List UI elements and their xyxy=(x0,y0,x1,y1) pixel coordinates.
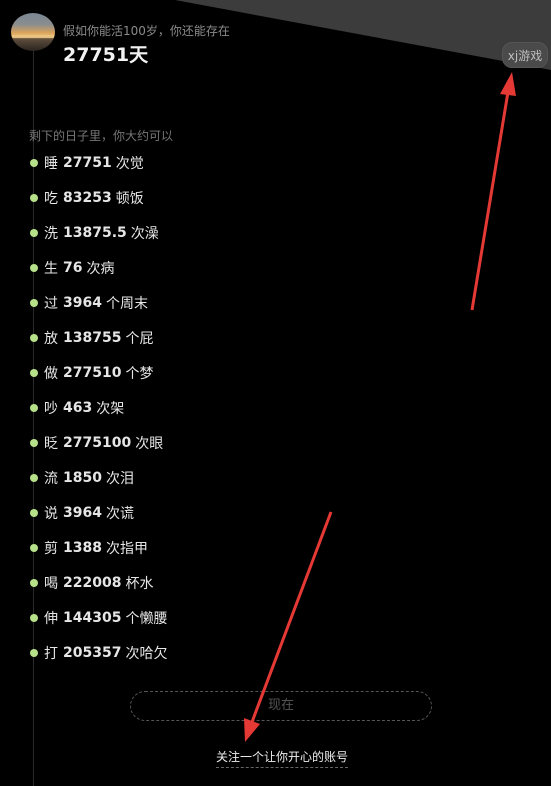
stat-number: 1850 xyxy=(63,469,102,486)
stat-number: 83253 xyxy=(63,189,112,206)
section-heading: 剩下的日子里，你大约可以 xyxy=(29,129,174,143)
stat-unit: 次泪 xyxy=(105,470,134,487)
stat-verb: 流 xyxy=(44,470,58,487)
stat-unit: 个懒腰 xyxy=(125,610,168,627)
bullet-dot-icon xyxy=(30,228,38,237)
life-subtitle: 假如你能活100岁，你还能存在 xyxy=(63,24,230,38)
bullet-dot-icon xyxy=(30,263,38,272)
bullet-dot-icon xyxy=(30,473,38,482)
stat-item: 流 1850 次泪 xyxy=(30,460,134,495)
bullet-dot-icon xyxy=(30,193,38,202)
bullet-dot-icon xyxy=(30,333,38,342)
stat-unit: 顿饭 xyxy=(115,190,144,207)
stat-item: 做 277510 个梦 xyxy=(30,355,153,390)
stat-verb: 剪 xyxy=(44,540,58,557)
stat-unit: 次澡 xyxy=(130,225,159,242)
stat-number: 205357 xyxy=(63,644,122,661)
bullet-dot-icon xyxy=(30,613,38,622)
days-remaining: 27751天 xyxy=(63,40,148,67)
bullet-dot-icon xyxy=(30,403,38,412)
stat-item: 过 3964 个周末 xyxy=(30,285,148,320)
avatar xyxy=(11,13,55,51)
now-button[interactable]: 现在 xyxy=(130,691,432,721)
stat-unit: 次病 xyxy=(86,260,115,277)
bullet-dot-icon xyxy=(30,648,38,657)
stat-unit: 次哈欠 xyxy=(125,645,168,662)
bullet-dot-icon xyxy=(30,368,38,377)
stat-unit: 次指甲 xyxy=(105,540,148,557)
arrow-up-icon xyxy=(470,72,516,311)
days-unit: 天 xyxy=(129,44,149,66)
bullet-dot-icon xyxy=(30,158,38,167)
follow-account-link[interactable]: 关注一个让你开心的账号 xyxy=(216,748,349,768)
stat-number: 76 xyxy=(63,259,83,276)
stat-verb: 生 xyxy=(44,260,58,277)
stat-item: 生 76 次病 xyxy=(30,250,114,285)
stat-number: 138755 xyxy=(63,329,122,346)
stat-verb: 打 xyxy=(44,645,58,662)
stat-number: 13875.5 xyxy=(63,224,127,241)
stat-unit: 次眼 xyxy=(135,435,164,452)
stat-number: 277510 xyxy=(63,364,122,381)
stat-verb: 放 xyxy=(44,330,58,347)
stat-item: 放 138755 个屁 xyxy=(30,320,153,355)
stat-unit: 次谎 xyxy=(105,505,134,522)
bullet-dot-icon xyxy=(30,438,38,447)
stat-number: 463 xyxy=(63,399,93,416)
stat-item: 喝 222008 杯水 xyxy=(30,565,153,600)
stat-item: 伸 144305 个懒腰 xyxy=(30,600,167,635)
bullet-dot-icon xyxy=(30,508,38,517)
stat-verb: 眨 xyxy=(44,435,58,452)
stat-item: 剪 1388 次指甲 xyxy=(30,530,148,565)
stat-verb: 睡 xyxy=(44,155,58,172)
stat-verb: 喝 xyxy=(44,575,58,592)
stat-unit: 次架 xyxy=(96,400,125,417)
stat-number: 1388 xyxy=(63,539,102,556)
stat-verb: 做 xyxy=(44,365,58,382)
stat-unit: 杯水 xyxy=(125,575,154,592)
days-value: 27751 xyxy=(63,44,130,66)
bullet-dot-icon xyxy=(30,578,38,587)
stat-number: 144305 xyxy=(63,609,122,626)
bullet-dot-icon xyxy=(30,543,38,552)
stat-number: 3964 xyxy=(63,294,102,311)
stat-item: 洗 13875.5 次澡 xyxy=(30,215,159,250)
app-screen: 假如你能活100岁，你还能存在 27751天 xj游戏 剩下的日子里，你大约可以… xyxy=(0,0,551,786)
stat-item: 吵 463 次架 xyxy=(30,390,124,425)
stat-item: 睡 27751 次觉 xyxy=(30,145,144,180)
stat-verb: 说 xyxy=(44,505,58,522)
stat-verb: 伸 xyxy=(44,610,58,627)
stat-item: 眨 2775100 次眼 xyxy=(30,425,163,460)
stat-verb: 吃 xyxy=(44,190,58,207)
stat-number: 222008 xyxy=(63,574,122,591)
stat-item: 打 205357 次哈欠 xyxy=(30,635,167,670)
stat-unit: 个屁 xyxy=(125,330,154,347)
stat-unit: 个周末 xyxy=(105,295,148,312)
stat-number: 27751 xyxy=(63,154,112,171)
stat-item: 说 3964 次谎 xyxy=(30,495,134,530)
stat-unit: 个梦 xyxy=(125,365,154,382)
stat-unit: 次觉 xyxy=(115,155,144,172)
stat-number: 3964 xyxy=(63,504,102,521)
bullet-dot-icon xyxy=(30,298,38,307)
stat-verb: 洗 xyxy=(44,225,58,242)
stat-number: 2775100 xyxy=(63,434,132,451)
stat-verb: 过 xyxy=(44,295,58,312)
stat-verb: 吵 xyxy=(44,400,58,417)
game-button[interactable]: xj游戏 xyxy=(502,42,548,68)
stat-item: 吃 83253 顿饭 xyxy=(30,180,144,215)
